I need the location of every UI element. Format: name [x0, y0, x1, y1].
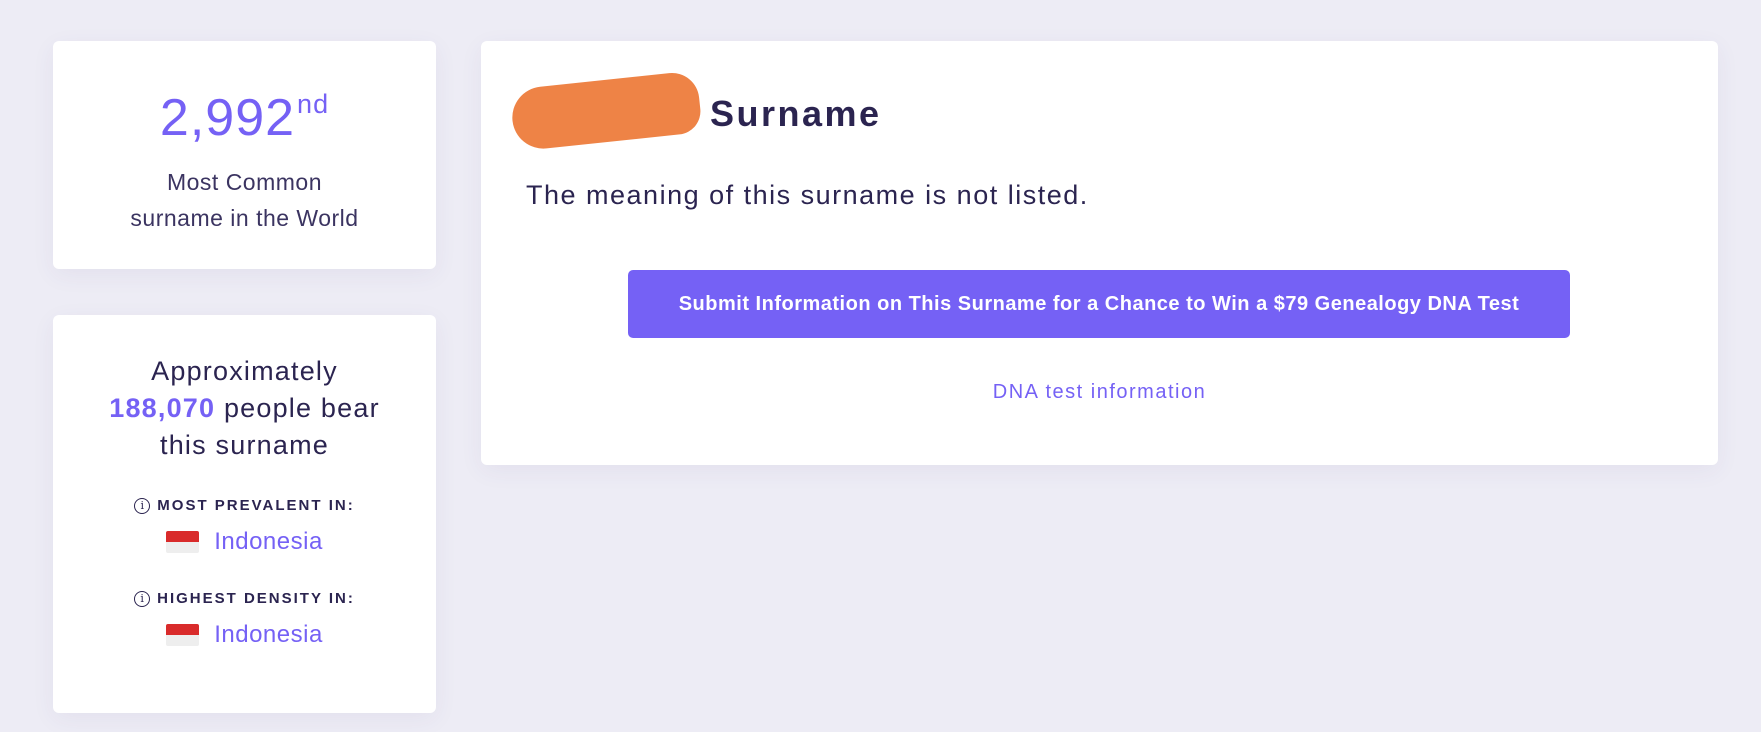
- rank-suffix: nd: [297, 89, 330, 119]
- surname-meaning-card: Surname The meaning of this surname is n…: [481, 41, 1718, 465]
- highest-density-country-link[interactable]: Indonesia: [214, 621, 323, 649]
- population-card: Approximately 188,070 people bear this s…: [53, 315, 436, 713]
- rank-card: 2,992nd Most Common surname in the World: [53, 41, 436, 269]
- rank-caption-line1: Most Common: [166, 169, 323, 195]
- most-prevalent-country: Indonesia: [53, 528, 436, 556]
- rank-caption: Most Common surname in the World: [53, 164, 436, 236]
- surname-title: Surname: [710, 93, 882, 134]
- population-suffix-line1: people bear: [223, 393, 380, 423]
- population-suffix-line2: this surname: [160, 430, 329, 460]
- meaning-text: The meaning of this surname is not liste…: [526, 180, 1089, 210]
- info-icon[interactable]: i: [134, 497, 151, 514]
- population-count: 188,070: [109, 393, 216, 423]
- submit-information-button[interactable]: Submit Information on This Surname for a…: [628, 270, 1570, 338]
- most-prevalent-label-text: MOST PREVALENT IN:: [157, 497, 355, 514]
- rank-value: 2,992: [159, 89, 296, 147]
- rank-number: 2,992nd: [53, 89, 436, 147]
- population-line2: 188,070 people bear: [53, 390, 436, 427]
- indonesia-flag-icon: [166, 531, 200, 553]
- population-prefix: Approximately: [151, 356, 338, 386]
- most-prevalent-label: i MOST PREVALENT IN:: [53, 497, 436, 514]
- most-prevalent-country-link[interactable]: Indonesia: [214, 528, 323, 556]
- population-text: Approximately 188,070 people bear this s…: [53, 353, 436, 464]
- rank-caption-line2: surname in the World: [130, 205, 359, 231]
- highest-density-label-text: HIGHEST DENSITY IN:: [157, 590, 355, 607]
- redaction-mark: [509, 70, 703, 152]
- highest-density-country: Indonesia: [53, 621, 436, 649]
- dna-test-info-link[interactable]: DNA test information: [481, 381, 1718, 404]
- info-icon[interactable]: i: [134, 590, 151, 607]
- indonesia-flag-icon: [166, 624, 200, 646]
- highest-density-label: i HIGHEST DENSITY IN:: [53, 590, 436, 607]
